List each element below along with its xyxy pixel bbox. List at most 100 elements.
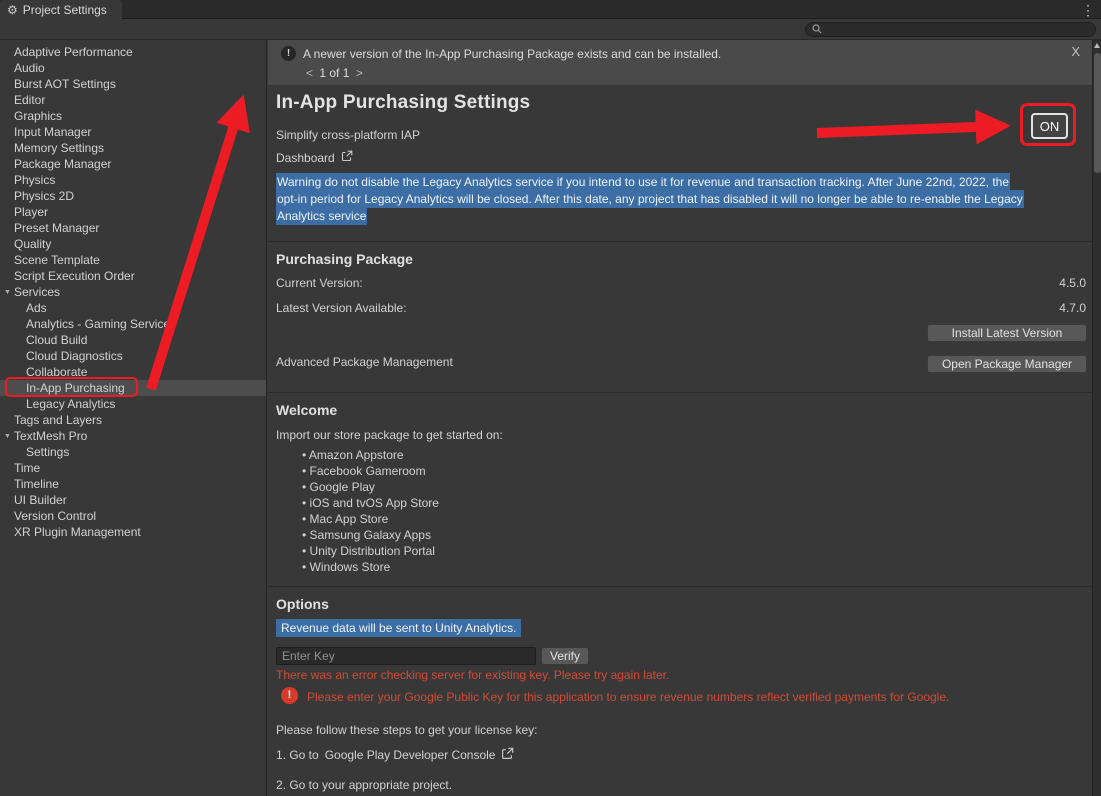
store-list: Amazon Appstore Facebook Gameroom Google… [302, 447, 439, 575]
sidebar-item-player[interactable]: ▼ Player [0, 204, 266, 220]
error-icon: ! [281, 687, 298, 704]
key-error-text: Please enter your Google Public Key for … [307, 690, 949, 704]
settings-sidebar: ▼ Adaptive Performance ▼ Audio ▼ Burst A… [0, 40, 267, 796]
store-list-item: Windows Store [302, 559, 439, 575]
sidebar-item-label: Version Control [14, 509, 96, 523]
sidebar-item-cloud-diagnostics[interactable]: ▼ Cloud Diagnostics [0, 348, 266, 364]
kebab-menu-icon[interactable]: ⋮ [1081, 2, 1095, 19]
annotation-box-toggle: ON [1020, 103, 1076, 146]
store-list-item: Unity Distribution Portal [302, 543, 439, 559]
iap-enabled-toggle[interactable]: ON [1031, 113, 1068, 139]
scrollbar-thumb[interactable] [1094, 53, 1101, 173]
scroll-up-icon[interactable] [1094, 43, 1100, 48]
vertical-scrollbar[interactable] [1092, 40, 1101, 796]
sidebar-item-label: XR Plugin Management [14, 525, 141, 539]
sidebar-item-label: Player [14, 205, 48, 219]
sidebar-item-label: Legacy Analytics [26, 397, 115, 411]
options-heading: Options [276, 596, 329, 612]
sidebar-item-label: Ads [26, 301, 47, 315]
legacy-analytics-warning: Warning do not disable the Legacy Analyt… [276, 174, 1024, 225]
sidebar-item-editor[interactable]: ▼ Editor [0, 92, 266, 108]
sidebar-item-cloud-build[interactable]: ▼ Cloud Build [0, 332, 266, 348]
sidebar-item-collaborate[interactable]: ▼ Collaborate [0, 364, 266, 380]
advanced-package-management-label: Advanced Package Management [276, 355, 453, 369]
search-box[interactable] [805, 22, 1096, 37]
sidebar-item-burst-aot-settings[interactable]: ▼ Burst AOT Settings [0, 76, 266, 92]
close-icon[interactable]: X [1071, 44, 1080, 59]
google-play-console-link[interactable]: Google Play Developer Console [325, 748, 496, 762]
license-steps-intro: Please follow these steps to get your li… [276, 723, 537, 737]
sidebar-item-label: Time [14, 461, 40, 475]
pager-next-icon[interactable]: > [353, 66, 366, 80]
latest-version-value: 4.7.0 [1059, 301, 1086, 315]
sidebar-item-label: Cloud Diagnostics [26, 349, 123, 363]
welcome-intro: Import our store package to get started … [276, 428, 503, 442]
sidebar-item-package-manager[interactable]: ▼ Package Manager [0, 156, 266, 172]
sidebar-item-label: Services [14, 285, 60, 299]
search-input[interactable] [826, 23, 1089, 36]
sidebar-item-label: Physics 2D [14, 189, 74, 203]
sidebar-item-ui-builder[interactable]: ▼ UI Builder [0, 492, 266, 508]
section-divider [268, 241, 1092, 242]
sidebar-item-xr-plugin-management[interactable]: ▼ XR Plugin Management [0, 524, 266, 540]
server-error-text: There was an error checking server for e… [276, 668, 669, 682]
toolbar [0, 19, 1101, 40]
step-1: 1. Go to Google Play Developer Console [276, 747, 514, 763]
sidebar-item-label: Timeline [14, 477, 59, 491]
banner-pager: < 1 of 1 > [303, 66, 366, 80]
sidebar-item-time[interactable]: ▼ Time [0, 460, 266, 476]
store-list-item: iOS and tvOS App Store [302, 495, 439, 511]
external-link-icon [501, 747, 514, 763]
sidebar-item-label: Collaborate [26, 365, 87, 379]
sidebar-item-textmesh-pro[interactable]: ▼ TextMesh Pro [0, 428, 266, 444]
google-public-key-input[interactable] [276, 647, 536, 665]
install-latest-version-button[interactable]: Install Latest Version [927, 324, 1087, 342]
open-package-manager-button[interactable]: Open Package Manager [927, 355, 1087, 373]
section-divider [268, 392, 1092, 393]
sidebar-item-label: Script Execution Order [14, 269, 135, 283]
sidebar-item-tags-and-layers[interactable]: ▼ Tags and Layers [0, 412, 266, 428]
sidebar-item-scene-template[interactable]: ▼ Scene Template [0, 252, 266, 268]
store-list-item: Facebook Gameroom [302, 463, 439, 479]
sidebar-item-label: Scene Template [14, 253, 100, 267]
tab-project-settings[interactable]: ⚙ Project Settings [0, 0, 122, 19]
window-titlebar: ⚙ Project Settings ⋮ [0, 0, 1101, 19]
chevron-down-icon[interactable]: ▼ [2, 429, 13, 445]
verify-button[interactable]: Verify [541, 647, 589, 665]
sidebar-item-label: TextMesh Pro [14, 429, 87, 443]
sidebar-item-version-control[interactable]: ▼ Version Control [0, 508, 266, 524]
sidebar-item-input-manager[interactable]: ▼ Input Manager [0, 124, 266, 140]
sidebar-item-audio[interactable]: ▼ Audio [0, 60, 266, 76]
sidebar-item-script-execution-order[interactable]: ▼ Script Execution Order [0, 268, 266, 284]
dashboard-link[interactable]: Dashboard [276, 150, 353, 165]
store-list-item: Mac App Store [302, 511, 439, 527]
external-link-icon [341, 150, 353, 165]
sidebar-item-label: Memory Settings [14, 141, 104, 155]
sidebar-item-legacy-analytics[interactable]: ▼ Legacy Analytics [0, 396, 266, 412]
pager-prev-icon[interactable]: < [303, 66, 316, 80]
sidebar-item-label: Physics [14, 173, 55, 187]
chevron-down-icon[interactable]: ▼ [2, 285, 13, 301]
sidebar-item-services[interactable]: ▼ Services [0, 284, 266, 300]
sidebar-item-ads[interactable]: ▼ Ads [0, 300, 266, 316]
sidebar-item-label: Tags and Layers [14, 413, 102, 427]
sidebar-item-analytics-gaming-services[interactable]: ▼ Analytics - Gaming Services [0, 316, 266, 332]
sidebar-item-physics[interactable]: ▼ Physics [0, 172, 266, 188]
sidebar-item-settings[interactable]: ▼ Settings [0, 444, 266, 460]
sidebar-item-quality[interactable]: ▼ Quality [0, 236, 266, 252]
settings-main-panel: ! A newer version of the In-App Purchasi… [268, 40, 1092, 796]
simplify-iap-label: Simplify cross-platform IAP [276, 128, 420, 142]
section-divider [268, 586, 1092, 587]
latest-version-row: Latest Version Available: 4.7.0 [276, 301, 1086, 315]
banner-message: A newer version of the In-App Purchasing… [303, 47, 721, 61]
sidebar-item-preset-manager[interactable]: ▼ Preset Manager [0, 220, 266, 236]
sidebar-item-timeline[interactable]: ▼ Timeline [0, 476, 266, 492]
sidebar-item-physics-2d[interactable]: ▼ Physics 2D [0, 188, 266, 204]
revenue-note: Revenue data will be sent to Unity Analy… [276, 621, 521, 635]
sidebar-item-adaptive-performance[interactable]: ▼ Adaptive Performance [0, 44, 266, 60]
sidebar-item-in-app-purchasing[interactable]: ▼ In-App Purchasing [0, 380, 266, 396]
current-version-value: 4.5.0 [1059, 276, 1086, 290]
purchasing-package-heading: Purchasing Package [276, 251, 413, 267]
sidebar-item-memory-settings[interactable]: ▼ Memory Settings [0, 140, 266, 156]
sidebar-item-graphics[interactable]: ▼ Graphics [0, 108, 266, 124]
